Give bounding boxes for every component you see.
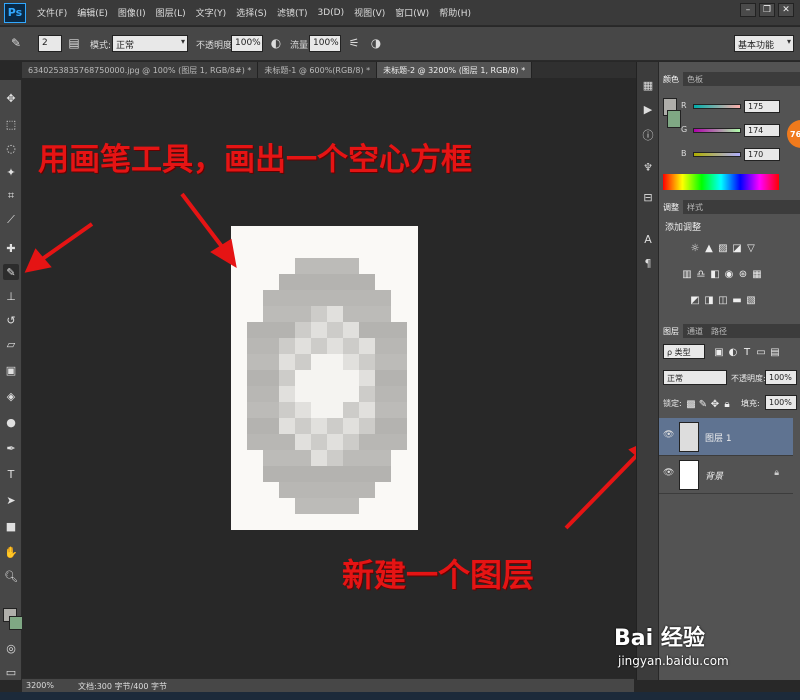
color-balance-adjust-icon[interactable]: ♎ <box>695 268 707 280</box>
bw-adjust-icon[interactable]: ◧ <box>709 268 721 280</box>
green-slider[interactable] <box>693 128 741 133</box>
tab-styles[interactable]: 样式 <box>683 200 707 214</box>
threshold-adjust-icon[interactable]: ◫ <box>717 294 729 306</box>
hue-sat-adjust-icon[interactable]: ▥ <box>681 268 693 280</box>
blue-label: B <box>681 149 687 158</box>
arrow-to-brush-tool <box>36 222 94 264</box>
lock-pixels-icon[interactable]: ✎ <box>697 398 709 410</box>
invert-adjust-icon[interactable]: ◩ <box>689 294 701 306</box>
paragraph-panel-icon[interactable]: ¶ <box>641 256 655 270</box>
annotation-top-text: 用画笔工具，画出一个空心方框 <box>38 142 472 178</box>
layer1-visibility-eye-icon[interactable]: 👁︎ <box>663 430 674 440</box>
color-panel-tabs: 颜色 色板 <box>659 72 800 86</box>
filter-adjust-icon[interactable]: ◐ <box>727 346 739 358</box>
tab-paths[interactable]: 路径 <box>707 324 731 338</box>
gradient-map-adjust-icon[interactable]: ▧ <box>745 294 757 306</box>
posterize-adjust-icon[interactable]: ◨ <box>703 294 715 306</box>
curves-adjust-icon[interactable]: ▨ <box>717 242 729 254</box>
green-label: G <box>681 125 688 134</box>
history-panel-icon[interactable]: ▦ <box>641 78 655 92</box>
lock-position-icon[interactable]: ✥ <box>709 398 721 410</box>
layer-row-layer1[interactable]: 👁︎ 图层 1 <box>659 418 793 456</box>
properties-panel-icon[interactable]: ⓘ <box>641 128 655 142</box>
panel-icon-strip: ▦ ▶ ⓘ ♆ ⊟ A ¶ <box>636 62 658 680</box>
tab-channels[interactable]: 通道 <box>683 324 707 338</box>
blend-mode-select[interactable]: 正常 <box>663 370 727 385</box>
photo-filter-adjust-icon[interactable]: ◉ <box>723 268 735 280</box>
lock-label: 锁定: <box>663 399 682 408</box>
brightness-adjust-icon[interactable]: ☼ <box>689 242 701 254</box>
red-value-field[interactable]: 175 <box>744 100 780 113</box>
brush-presets-panel-icon[interactable]: ⊟ <box>641 190 655 204</box>
channel-mixer-adjust-icon[interactable]: ⊛ <box>737 268 749 280</box>
green-slider-row: G 174 <box>681 124 799 138</box>
color-spectrum[interactable] <box>663 174 779 190</box>
filter-type-icon[interactable]: T <box>741 346 753 358</box>
levels-adjust-icon[interactable]: ▲ <box>703 242 715 254</box>
character-panel-icon[interactable]: A <box>641 232 655 246</box>
tab-color[interactable]: 颜色 <box>659 72 683 86</box>
document-info[interactable]: 文档:300 字节/400 字节 <box>78 681 167 692</box>
background-lock-icon: 🔒︎ <box>774 468 779 478</box>
actions-panel-icon[interactable]: ▶ <box>641 102 655 116</box>
watermark-url: jingyan.baidu.com <box>618 654 729 668</box>
color-lookup-adjust-icon[interactable]: ▦ <box>751 268 763 280</box>
red-slider-row: R 175 <box>681 100 799 114</box>
red-label: R <box>681 101 687 110</box>
fill-field[interactable]: 100% <box>765 395 797 410</box>
annotation-bottom-text: 新建一个图层 <box>342 556 535 594</box>
selective-color-adjust-icon[interactable]: ▬ <box>731 294 743 306</box>
zoom-level[interactable]: 3200% <box>26 681 54 690</box>
lock-transparent-icon[interactable]: ▩ <box>685 398 697 410</box>
layers-panel-tabs: 图层 通道 路径 <box>659 324 800 338</box>
arrow-to-layer <box>564 450 642 530</box>
photoshop-window: Ps 文件(F) 编辑(E) 图像(I) 图层(L) 文字(Y) 选择(S) 滤… <box>0 0 800 700</box>
arrow-to-canvas <box>180 192 228 254</box>
arrow-to-canvas-head <box>210 238 237 268</box>
color-bg-swatch[interactable] <box>667 110 681 128</box>
lock-all-icon[interactable]: 🔒︎ <box>721 398 733 410</box>
exposure-adjust-icon[interactable]: ◪ <box>731 242 743 254</box>
background-layer-name: 背景 <box>705 472 724 482</box>
adjust-panel-title: 添加调整 <box>665 223 702 233</box>
status-bar: 3200% 文档:300 字节/400 字节 <box>22 678 634 692</box>
adjust-panel-tabs: 调整 样式 <box>659 200 800 214</box>
watermark-logo: Bai 经验 <box>614 626 705 651</box>
blue-slider[interactable] <box>693 152 741 157</box>
filter-smart-icon[interactable]: ▤ <box>769 346 781 358</box>
layer1-thumbnail <box>679 422 699 452</box>
layer1-name: 图层 1 <box>705 434 732 444</box>
layer-row-background[interactable]: 👁︎ 背景 🔒︎ <box>659 456 793 494</box>
layer-opacity-label: 不透明度: <box>731 374 766 383</box>
brush-panel-icon[interactable]: ♆ <box>641 160 655 174</box>
layer-opacity-field[interactable]: 100% <box>765 370 797 385</box>
tab-adjustments[interactable]: 调整 <box>659 200 683 214</box>
tab-swatches[interactable]: 色板 <box>683 72 707 86</box>
layer-filter-select[interactable]: ρ 类型 <box>663 344 705 359</box>
background-visibility-eye-icon[interactable]: 👁︎ <box>663 468 674 478</box>
red-slider[interactable] <box>693 104 741 109</box>
right-panels: 颜色 色板 R 175 G 174 B 170 76 调整 样式 添加调整 ☼ … <box>659 62 800 680</box>
green-value-field[interactable]: 174 <box>744 124 780 137</box>
blue-slider-row: B 170 <box>681 148 799 162</box>
tab-layers[interactable]: 图层 <box>659 324 683 338</box>
blue-value-field[interactable]: 170 <box>744 148 780 161</box>
filter-shape-icon[interactable]: ▭ <box>755 346 767 358</box>
baidu-jingyan-watermark: Bai 经验 jingyan.baidu.com <box>614 620 794 680</box>
os-taskbar <box>0 692 800 700</box>
background-thumbnail <box>679 460 699 490</box>
fill-label: 填充: <box>741 399 760 408</box>
vibrance-adjust-icon[interactable]: ▽ <box>745 242 757 254</box>
filter-pixel-icon[interactable]: ▣ <box>713 346 725 358</box>
